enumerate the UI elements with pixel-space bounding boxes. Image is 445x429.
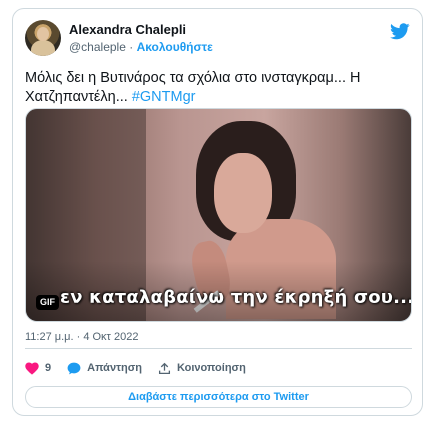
tweet-text: Μόλις δει η Βυτινάρος τα σχόλια στο ινστ… <box>25 69 415 107</box>
share-label: Κοινοποίηση <box>176 362 246 374</box>
author-handle-line: @chaleple · Ακολουθήστε <box>69 40 213 54</box>
divider <box>25 348 412 349</box>
gif-caption: εν καταλαβαίνω την έκρηξή σου... <box>60 287 412 308</box>
tweet-actions: 9 Απάντηση Κοινοποίηση <box>25 359 262 377</box>
avatar[interactable] <box>25 20 61 56</box>
gif-media[interactable]: GIF εν καταλαβαίνω την έκρηξή σου... <box>25 108 412 322</box>
speech-bubble-icon <box>67 362 81 374</box>
tweet-card: Alexandra Chalepli @chaleple · Ακολουθήσ… <box>12 8 423 416</box>
reply-button[interactable]: Απάντηση <box>67 362 142 375</box>
like-button[interactable]: 9 <box>25 361 52 375</box>
heart-icon <box>25 361 39 375</box>
author-handle[interactable]: @chaleple <box>69 40 126 54</box>
media-figure-face <box>214 153 272 233</box>
hashtag-link[interactable]: #GNTMgr <box>132 89 196 105</box>
like-count: 9 <box>45 362 52 374</box>
tweet-timestamp[interactable]: 11:27 μ.μ. · 4 Οκτ 2022 <box>25 331 138 343</box>
read-more-button[interactable]: Διαβάστε περισσότερα στο Twitter <box>25 386 412 408</box>
reply-label: Απάντηση <box>87 362 142 374</box>
avatar-body <box>31 40 55 56</box>
share-arrow-icon <box>158 362 170 374</box>
handle-separator: · <box>125 40 137 54</box>
follow-link[interactable]: Ακολουθήστε <box>137 40 213 54</box>
gif-badge: GIF <box>36 295 59 310</box>
share-button[interactable]: Κοινοποίηση <box>158 362 246 375</box>
author-name[interactable]: Alexandra Chalepli <box>69 22 186 37</box>
twitter-bird-icon[interactable] <box>390 23 410 40</box>
avatar-face <box>37 27 49 41</box>
